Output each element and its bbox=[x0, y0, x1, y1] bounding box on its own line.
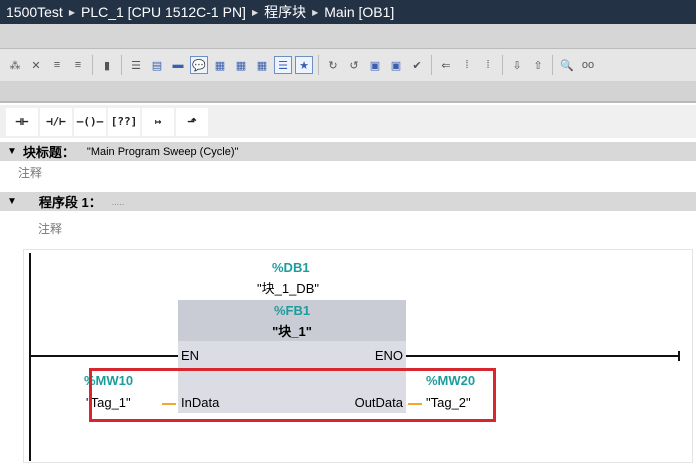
interface-bar bbox=[0, 24, 696, 48]
comment-icon[interactable]: 💬 bbox=[190, 56, 208, 74]
compile-check-icon[interactable]: ✔ bbox=[408, 56, 426, 74]
splitter[interactable] bbox=[0, 81, 696, 103]
empty-box-icon[interactable]: [??] bbox=[108, 107, 140, 136]
highlight-box bbox=[89, 368, 496, 422]
en-pin: EN bbox=[181, 348, 200, 363]
instance-db-address[interactable]: %DB1 bbox=[272, 260, 310, 275]
symbolic-address-icon[interactable]: ▦ bbox=[232, 56, 250, 74]
address-toggle-icon[interactable]: ▦ bbox=[253, 56, 271, 74]
next-tag-icon[interactable]: ▣ bbox=[387, 56, 405, 74]
collapse-icon[interactable]: ▤ bbox=[148, 56, 166, 74]
nc-contact-icon[interactable]: ⊣/⊢ bbox=[40, 107, 72, 136]
no-contact-icon[interactable]: ⊣⊢ bbox=[6, 107, 38, 136]
watch-icon[interactable]: ⁞ bbox=[458, 56, 476, 74]
search-icon[interactable]: 🔍 bbox=[558, 56, 576, 74]
fb-name: "块_1" bbox=[272, 324, 312, 339]
toolbar-separator bbox=[318, 55, 319, 75]
open-branch-icon[interactable]: ↦ bbox=[142, 107, 174, 136]
block-title-row: ▼ 块标题： "Main Program Sweep (Cycle)" bbox=[0, 142, 696, 161]
collapse-triangle-icon[interactable]: ▼ bbox=[7, 196, 17, 207]
toolbar-separator bbox=[502, 55, 503, 75]
goto-error-icon[interactable]: ↻ bbox=[324, 56, 342, 74]
network-comment[interactable]: 注释 bbox=[38, 220, 62, 237]
insert-row-icon[interactable]: ≡ bbox=[48, 56, 66, 74]
chevron-right-icon: ▶ bbox=[68, 7, 75, 17]
close-branch-icon[interactable]: ⬏ bbox=[176, 107, 208, 136]
fb-address: %FB1 bbox=[273, 303, 311, 318]
block-title-label: 块标题： bbox=[22, 145, 75, 160]
collapse-triangle-icon[interactable]: ▼ bbox=[7, 146, 17, 157]
monitor-icon[interactable]: ⇐ bbox=[437, 56, 455, 74]
breadcrumb-blocks[interactable]: 程序块 bbox=[264, 2, 306, 22]
network-label: 程序段 1： bbox=[38, 195, 102, 210]
network-view-icon[interactable]: ▬ bbox=[169, 56, 187, 74]
favorites-list-icon[interactable]: ☰ bbox=[274, 56, 292, 74]
insert-network-icon[interactable]: ⁂ bbox=[6, 56, 24, 74]
breadcrumb-main[interactable]: Main [OB1] bbox=[324, 4, 394, 20]
download-icon[interactable]: ⇩ bbox=[508, 56, 526, 74]
chevron-right-icon: ▶ bbox=[312, 7, 319, 17]
upload-icon[interactable]: ⇧ bbox=[529, 56, 547, 74]
breadcrumb-plc[interactable]: PLC_1 [CPU 1512C-1 PN] bbox=[81, 4, 246, 20]
expand-all-icon[interactable]: ☰ bbox=[127, 56, 145, 74]
delete-network-icon[interactable]: ✕ bbox=[27, 56, 45, 74]
favorites-icon[interactable]: ★ bbox=[295, 56, 313, 74]
network-title[interactable]: ..... bbox=[112, 197, 125, 207]
chevron-right-icon: ▶ bbox=[251, 7, 259, 17]
en-wire bbox=[29, 355, 178, 357]
breadcrumb: 1500Test ▶ PLC_1 [CPU 1512C-1 PN] ▶ 程序块 ▶ M… bbox=[0, 0, 696, 24]
prev-tag-icon[interactable]: ▣ bbox=[366, 56, 384, 74]
toolbar-separator bbox=[431, 55, 432, 75]
ladder-network: %DB1 "块_1_DB" %FB1 "块_1" EN ENO InData O… bbox=[23, 249, 693, 463]
block-title-value[interactable]: "Main Program Sweep (Cycle)" bbox=[87, 146, 238, 158]
breadcrumb-project[interactable]: 1500Test bbox=[6, 4, 63, 20]
glasses-monitor-icon[interactable]: oo bbox=[579, 56, 597, 74]
instruction-favorites-bar: ⊣⊢ ⊣/⊢ –()– [??] ↦ ⬏ bbox=[0, 105, 696, 138]
eno-wire bbox=[406, 355, 679, 357]
instance-db-name[interactable]: "块_1_DB" bbox=[257, 278, 319, 297]
coil-icon[interactable]: –()– bbox=[74, 107, 106, 136]
toolbar-separator bbox=[92, 55, 93, 75]
network-row: ▼ 程序段 1： ..... bbox=[0, 192, 696, 211]
eno-pin: ENO bbox=[374, 348, 403, 363]
block-comment[interactable]: 注释 bbox=[18, 164, 42, 181]
force-icon[interactable]: ⁞ bbox=[479, 56, 497, 74]
add-row-icon[interactable]: ≡ bbox=[69, 56, 87, 74]
clear-icon[interactable]: ▮ bbox=[98, 56, 116, 74]
wire-end bbox=[678, 351, 680, 361]
next-error-icon[interactable]: ↺ bbox=[345, 56, 363, 74]
left-power-rail bbox=[29, 253, 31, 461]
editor-toolbar: ⁂ ✕ ≡ ≡ ▮ ☰ ▤ ▬ 💬 ▦ ▦ ▦ ☰ ★ ↻ ↺ ▣ ▣ ✔ ⇐ ⁞ ⁞ ⇩ ⇧ 🔍 oo bbox=[0, 48, 696, 81]
toolbar-separator bbox=[121, 55, 122, 75]
absolute-address-icon[interactable]: ▦ bbox=[211, 56, 229, 74]
toolbar-separator bbox=[552, 55, 553, 75]
